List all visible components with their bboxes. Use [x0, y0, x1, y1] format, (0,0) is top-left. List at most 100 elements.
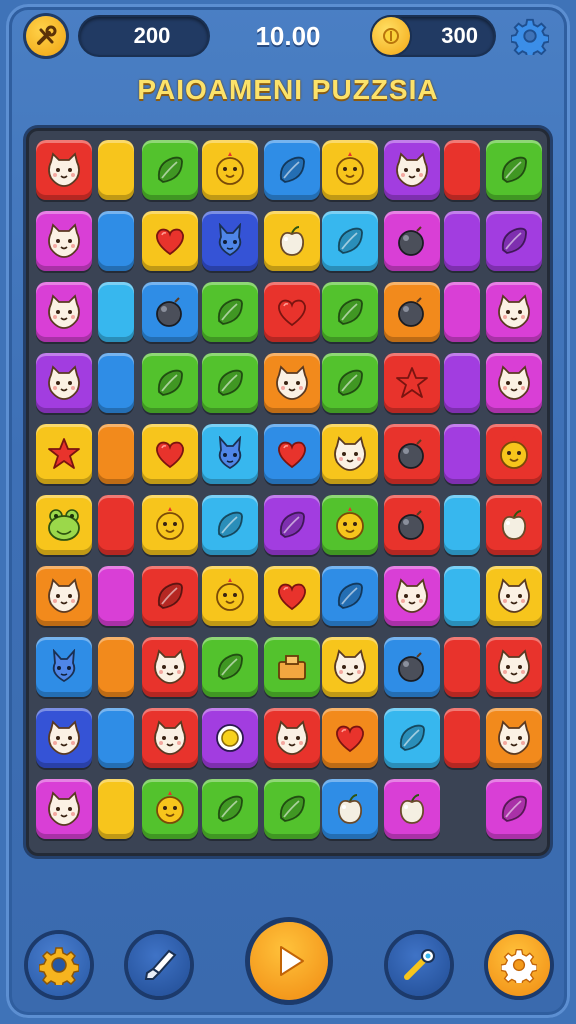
- board-tile[interactable]: [142, 566, 198, 626]
- tools-button[interactable]: [26, 16, 66, 56]
- board-tile[interactable]: [202, 424, 258, 484]
- board-tile[interactable]: [264, 282, 320, 342]
- settings-button[interactable]: [510, 16, 550, 56]
- board-tile[interactable]: [384, 566, 440, 626]
- board-tile[interactable]: [98, 424, 134, 484]
- board-tile[interactable]: [36, 211, 92, 271]
- board-tile[interactable]: [322, 708, 378, 768]
- board-tile[interactable]: [486, 779, 542, 839]
- board-tile[interactable]: [202, 353, 258, 413]
- board-tile[interactable]: [444, 282, 480, 342]
- board-tile[interactable]: [36, 637, 92, 697]
- wand-button[interactable]: [388, 934, 450, 996]
- board-tile[interactable]: [444, 495, 480, 555]
- board-tile[interactable]: [486, 353, 542, 413]
- board-tile[interactable]: [142, 637, 198, 697]
- board-tile[interactable]: [202, 779, 258, 839]
- board-tile[interactable]: [36, 282, 92, 342]
- options-button[interactable]: [488, 934, 550, 996]
- board-tile[interactable]: [486, 282, 542, 342]
- board-tile[interactable]: [322, 424, 378, 484]
- board-tile[interactable]: [486, 495, 542, 555]
- board-tile[interactable]: [322, 779, 378, 839]
- board-tile[interactable]: [202, 708, 258, 768]
- board-tile[interactable]: [98, 495, 134, 555]
- board-tile[interactable]: [98, 637, 134, 697]
- board-tile[interactable]: [322, 495, 378, 555]
- board-tile[interactable]: [322, 211, 378, 271]
- board-tile[interactable]: [486, 708, 542, 768]
- brush-button[interactable]: [128, 934, 190, 996]
- board-tile[interactable]: [36, 424, 92, 484]
- board-tile[interactable]: [486, 637, 542, 697]
- board-tile[interactable]: [36, 566, 92, 626]
- board-tile[interactable]: [142, 140, 198, 200]
- board-tile[interactable]: [384, 140, 440, 200]
- board-tile[interactable]: [486, 424, 542, 484]
- board-tile[interactable]: [142, 282, 198, 342]
- board-tile[interactable]: [98, 566, 134, 626]
- cat-face-icon: [396, 578, 428, 613]
- board-tile[interactable]: [384, 211, 440, 271]
- board-tile[interactable]: [36, 779, 92, 839]
- board-tile[interactable]: [384, 282, 440, 342]
- board-tile[interactable]: [98, 211, 134, 271]
- board-tile[interactable]: [36, 495, 92, 555]
- board-tile[interactable]: [444, 708, 480, 768]
- board-tile[interactable]: [264, 211, 320, 271]
- board-tile[interactable]: [486, 211, 542, 271]
- board-tile[interactable]: [444, 424, 480, 484]
- board-tile[interactable]: [486, 566, 542, 626]
- board-tile[interactable]: [202, 495, 258, 555]
- board-tile[interactable]: [142, 495, 198, 555]
- board-tile[interactable]: [264, 353, 320, 413]
- board-tile[interactable]: [202, 140, 258, 200]
- board-tile[interactable]: [202, 566, 258, 626]
- board-tile[interactable]: [322, 282, 378, 342]
- board-tile[interactable]: [142, 424, 198, 484]
- sun-settings-button[interactable]: [28, 934, 90, 996]
- board-tile[interactable]: [322, 566, 378, 626]
- board-tile[interactable]: [264, 779, 320, 839]
- board-tile[interactable]: [322, 353, 378, 413]
- board-tile[interactable]: [98, 140, 134, 200]
- board-tile[interactable]: [202, 282, 258, 342]
- board-tile[interactable]: [384, 637, 440, 697]
- board-tile[interactable]: [444, 566, 480, 626]
- board-tile[interactable]: [202, 211, 258, 271]
- leaf-icon: [217, 369, 243, 396]
- board-tile[interactable]: [264, 708, 320, 768]
- chick-face-icon: [216, 578, 244, 611]
- board-tile[interactable]: [264, 637, 320, 697]
- board-tile[interactable]: [384, 353, 440, 413]
- board-tile[interactable]: [384, 779, 440, 839]
- board-tile[interactable]: [264, 424, 320, 484]
- board-tile[interactable]: [444, 211, 480, 271]
- board-tile[interactable]: [202, 637, 258, 697]
- board-tile[interactable]: [384, 495, 440, 555]
- board-tile[interactable]: [264, 495, 320, 555]
- board-tile[interactable]: [444, 140, 480, 200]
- play-button[interactable]: [250, 922, 328, 1000]
- board-tile[interactable]: [444, 637, 480, 697]
- board-tile[interactable]: [444, 353, 480, 413]
- board-tile[interactable]: [142, 353, 198, 413]
- board-tile[interactable]: [486, 140, 542, 200]
- board-tile[interactable]: [98, 353, 134, 413]
- board-tile[interactable]: [36, 353, 92, 413]
- leaf-icon: [279, 156, 305, 183]
- board-tile[interactable]: [322, 637, 378, 697]
- board-tile[interactable]: [142, 708, 198, 768]
- board-tile[interactable]: [98, 708, 134, 768]
- board-tile[interactable]: [384, 424, 440, 484]
- board-tile[interactable]: [322, 140, 378, 200]
- board-tile[interactable]: [384, 708, 440, 768]
- board-tile[interactable]: [142, 211, 198, 271]
- board-tile[interactable]: [98, 282, 134, 342]
- board-tile[interactable]: [36, 708, 92, 768]
- board-tile[interactable]: [36, 140, 92, 200]
- board-tile[interactable]: [264, 140, 320, 200]
- board-tile[interactable]: [98, 779, 134, 839]
- board-tile[interactable]: [264, 566, 320, 626]
- board-tile[interactable]: [142, 779, 198, 839]
